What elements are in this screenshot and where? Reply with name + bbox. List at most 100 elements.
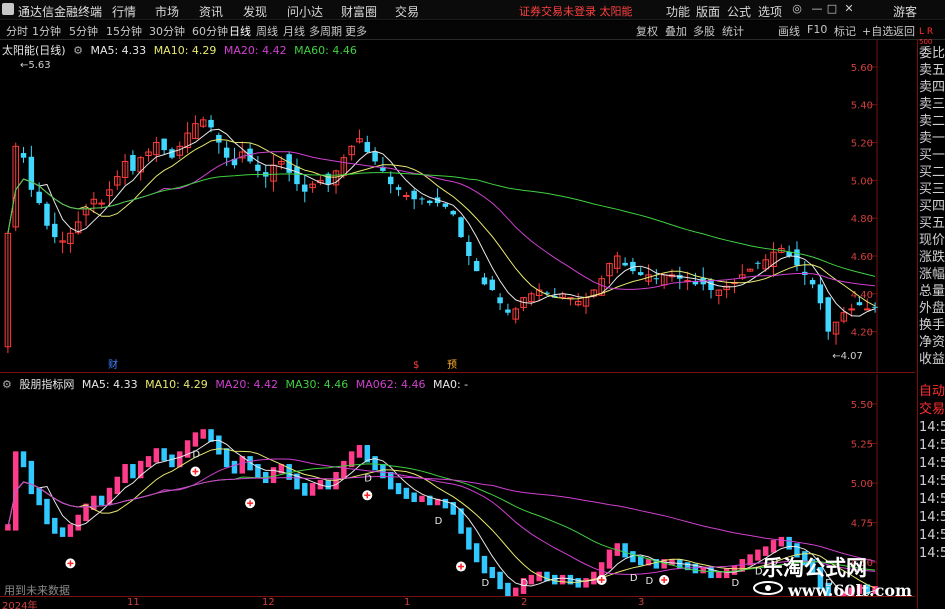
quote-field[interactable]: 卖二 (919, 114, 945, 129)
trade-time[interactable]: 14:56 (919, 510, 945, 525)
candle-body (302, 184, 308, 192)
signal-d-label: D (630, 573, 638, 584)
button-fuquan[interactable]: 复权 (636, 23, 658, 39)
indicator-bar (778, 536, 785, 547)
trade-time[interactable]: 14:56 (919, 474, 945, 489)
quote-field[interactable]: 总量 (919, 284, 945, 299)
candle-body (825, 297, 831, 332)
menu-banmian[interactable]: 版面 (696, 3, 720, 20)
trade-time[interactable]: 14:56 (919, 492, 945, 507)
tab-weekly[interactable]: 周线 (256, 23, 278, 39)
quote-field[interactable]: 换手 (919, 318, 945, 333)
trade-toggle[interactable]: 自动 (919, 384, 945, 399)
kline-chart[interactable]: 5.60 5.40 5.20 5.00 4.80 4.60 4.40 4.20 ←5.63 ←4.… (0, 40, 915, 373)
menu-shichang[interactable]: 市场 (155, 3, 179, 20)
quote-field[interactable]: 委比 (919, 46, 945, 61)
tab-daily[interactable]: 日线 (229, 23, 251, 39)
candle-body (130, 154, 136, 171)
quote-field[interactable]: 卖三 (919, 97, 945, 112)
guest-label[interactable]: 游客 (893, 3, 917, 20)
trade-time[interactable]: 14:56 (919, 438, 945, 453)
sub-legend-ma5: MA5: 4.33 (81, 378, 138, 391)
quote-field[interactable]: 卖五 (919, 63, 945, 78)
close-icon[interactable]: ✕ (842, 2, 856, 16)
menu-jiaoyi[interactable]: 交易 (395, 3, 419, 20)
trade-time[interactable]: 14:56 (919, 456, 945, 471)
tab-30min[interactable]: 30分钟 (149, 23, 185, 39)
indicator-bar (473, 543, 480, 563)
indicator-bar (559, 574, 566, 585)
event-marker[interactable]: $ (413, 360, 419, 371)
main-kline-pane[interactable]: 5.60 5.40 5.20 5.00 4.80 4.60 4.40 4.20 ←5.63 ←4.… (0, 40, 915, 373)
button-tongji[interactable]: 统计 (722, 23, 744, 39)
quote-field[interactable]: 买五 (919, 216, 945, 231)
tab-60min[interactable]: 60分钟 (192, 23, 228, 39)
menu-caifuquan[interactable]: 财富圈 (341, 3, 377, 20)
button-diejia[interactable]: 叠加 (665, 23, 687, 39)
event-marker[interactable]: 财 (108, 358, 118, 371)
settings-gear-icon[interactable]: ⚙ (2, 378, 12, 391)
quote-field[interactable]: 卖四 (919, 80, 945, 95)
trade-time[interactable]: 14:56 (919, 546, 945, 561)
candle-body (481, 277, 488, 285)
indicator-bar (325, 479, 331, 490)
button-duogu[interactable]: 多股 (693, 23, 715, 39)
quote-field[interactable]: 收益 (919, 352, 945, 367)
minimize-icon[interactable]: — (810, 2, 824, 16)
signal-d-label: D (364, 473, 372, 484)
indicator-bar (192, 432, 199, 447)
quote-field[interactable]: 外盘 (919, 301, 945, 316)
tab-1min[interactable]: 1分钟 (32, 23, 61, 39)
indicator-bar (341, 460, 347, 479)
candle-body (387, 176, 394, 185)
tab-monthly[interactable]: 月线 (283, 23, 305, 39)
button-huaxian[interactable]: 画线 (778, 23, 800, 39)
trade-time[interactable]: 14:56 (919, 528, 945, 543)
menu-wenxiaoda[interactable]: 问小达 (287, 3, 323, 20)
button-back[interactable]: 返回 (893, 23, 915, 39)
settings-gear-icon[interactable]: ⚙ (73, 44, 83, 57)
sub-y-tick-label: 4.75 (851, 519, 873, 530)
sub-legend-ma10: MA10: 4.29 (145, 378, 208, 391)
quote-field[interactable]: 买三 (919, 182, 945, 197)
indicator-bar (387, 471, 394, 490)
event-marker[interactable]: 预 (447, 359, 457, 371)
sub-y-tick-label: 5.50 (851, 400, 873, 411)
quote-field[interactable]: 涨跌 (919, 250, 945, 265)
quote-field[interactable]: 买一 (919, 148, 945, 163)
menu-gongneng[interactable]: 功能 (666, 3, 690, 20)
button-biaoji[interactable]: 标记 (834, 23, 856, 39)
indicator-bar (716, 571, 722, 579)
indicator-bar (239, 456, 246, 474)
quote-field[interactable]: 涨幅 (919, 267, 945, 282)
menu-gongshi[interactable]: 公式 (727, 3, 751, 20)
tab-more[interactable]: 更多 (345, 23, 367, 39)
headset-icon[interactable]: ◎ (790, 2, 804, 16)
indicator-bar (622, 543, 628, 558)
menu-zixun[interactable]: 资讯 (199, 3, 223, 20)
candle-body (450, 210, 456, 215)
trade-time[interactable]: 14:56 (919, 420, 945, 435)
indicator-bar (395, 483, 402, 495)
menu-faxian[interactable]: 发现 (243, 3, 267, 20)
menu-hangqing[interactable]: 行情 (112, 3, 136, 20)
tab-15min[interactable]: 15分钟 (106, 23, 142, 39)
quote-field[interactable]: 买四 (919, 199, 945, 214)
indicator-bar (28, 460, 35, 495)
sub-y-tick-label: 5.00 (851, 479, 873, 490)
quote-field[interactable]: 买二 (919, 165, 945, 180)
tab-multi-period[interactable]: 多周期 (309, 23, 342, 39)
title-bar: 通达信金融终端 行情 市场 资讯 发现 问小达 财富圈 交易 证券交易未登录 太… (0, 0, 945, 20)
quote-field[interactable]: 现价 (919, 233, 945, 248)
tab-fenshi[interactable]: 分时 (6, 23, 28, 39)
button-add-watchlist[interactable]: +自选 (862, 23, 893, 39)
button-f10[interactable]: F10 (807, 23, 827, 36)
menu-xuanxiang[interactable]: 选项 (758, 3, 782, 20)
tab-5min[interactable]: 5分钟 (69, 23, 98, 39)
maximize-icon[interactable]: □ (825, 2, 839, 16)
candle-body (427, 200, 433, 204)
quote-field[interactable]: 净资 (919, 335, 945, 350)
trade-toggle[interactable]: 交易 (919, 402, 945, 417)
quote-field[interactable]: 卖一 (919, 131, 945, 146)
candle-body (473, 260, 480, 272)
